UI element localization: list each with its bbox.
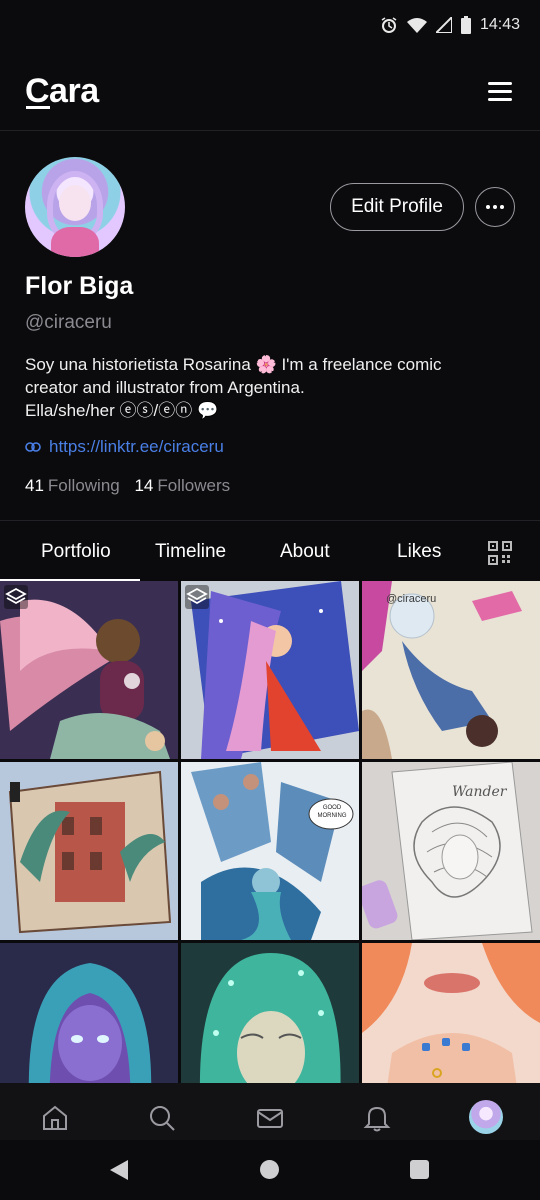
qr-code-icon[interactable] (488, 541, 512, 565)
tab-portfolio[interactable]: Portfolio (41, 541, 111, 563)
profile-avatar-nav[interactable] (469, 1100, 503, 1134)
link-url[interactable]: https://linktr.ee/ciraceru (49, 437, 224, 457)
more-options-icon[interactable] (475, 187, 515, 227)
tab-likes[interactable]: Likes (397, 541, 441, 563)
profile-bio: Soy una historietista Rosarina 🌸 I'm a f… (25, 353, 515, 422)
tab-about[interactable]: About (280, 541, 330, 563)
grid-tile-pink-haired-girl-sketchbook[interactable] (181, 581, 359, 759)
multi-image-icon (4, 585, 28, 609)
profile-link[interactable]: https://linktr.ee/ciraceru (25, 437, 224, 457)
hamburger-menu-icon[interactable] (488, 82, 512, 102)
hooded-girl-portrait (0, 943, 178, 1083)
bio-line: Ella/she/her ⓔⓢ/ⓔⓝ 💬 (25, 401, 219, 420)
system-nav (0, 1140, 540, 1200)
mail-icon[interactable] (255, 1103, 285, 1133)
grid-tile-crystal-hair-portrait[interactable] (181, 943, 359, 1083)
status-bar: 14:43 (0, 0, 540, 56)
bio-line: creator and illustrator from Argentina. (25, 378, 305, 397)
display-name: Flor Biga (25, 272, 134, 300)
followers-count[interactable]: 14 (134, 476, 153, 495)
crystal-ball-figure-sketchbook (362, 581, 540, 759)
link-icon (25, 442, 41, 452)
tile-watermark: @ciraceru (386, 593, 437, 605)
grid-tile-good-morning-mermaid-artwork[interactable]: GOOD MORNING (181, 762, 359, 940)
bell-icon[interactable] (362, 1103, 392, 1133)
notebook-title: Wander (452, 784, 507, 800)
multi-image-icon (185, 585, 209, 609)
good-morning-mermaid-artwork (181, 762, 359, 940)
grid-tile-winged-girl-artwork[interactable] (0, 581, 178, 759)
crystal-hair-portrait (181, 943, 359, 1083)
follow-stats: 41 Following 14 Followers (25, 476, 240, 496)
profile-tabs: Portfolio Timeline About Likes (0, 520, 540, 581)
top-nav: Cara (0, 56, 540, 131)
recent-apps-icon[interactable] (410, 1160, 429, 1179)
grid-tile-wander-notebook-lineart[interactable]: Wander (362, 762, 540, 940)
home-system-icon[interactable] (260, 1160, 279, 1179)
grid-tile-hands-with-rings-artwork[interactable] (362, 943, 540, 1083)
logo-underline (26, 106, 50, 109)
user-handle: @ciraceru (25, 312, 112, 333)
search-icon[interactable] (147, 1103, 177, 1133)
profile-avatar[interactable] (25, 157, 125, 257)
status-icons: 14:43 (380, 16, 520, 34)
followers-label[interactable]: Followers (157, 476, 230, 495)
hands-with-rings-artwork (362, 943, 540, 1083)
battery-icon (460, 16, 471, 34)
grid-tile-crystal-ball-figure-sketchbook[interactable]: @ciraceru (362, 581, 540, 759)
grid-tile-hooded-girl-portrait[interactable] (0, 943, 178, 1083)
following-label[interactable]: Following (48, 476, 120, 495)
signal-icon (435, 17, 452, 33)
wander-notebook-lineart (362, 762, 540, 940)
following-count[interactable]: 41 (25, 476, 44, 495)
edit-profile-button[interactable]: Edit Profile (330, 183, 464, 231)
wifi-icon (406, 18, 427, 33)
tab-timeline[interactable]: Timeline (155, 541, 226, 563)
grid-tile-tentacle-building-sketchbook[interactable] (0, 762, 178, 940)
speech-bubble-text: GOOD MORNING (317, 805, 347, 819)
home-icon[interactable] (40, 1103, 70, 1133)
portfolio-grid: @ciraceru GOOD MORNING Wander (0, 581, 540, 1083)
bio-line: Soy una historietista Rosarina 🌸 I'm a f… (25, 355, 442, 374)
status-time: 14:43 (479, 16, 520, 33)
alarm-icon (381, 17, 397, 33)
tentacle-building-sketchbook (0, 762, 178, 940)
back-icon[interactable] (110, 1160, 128, 1180)
